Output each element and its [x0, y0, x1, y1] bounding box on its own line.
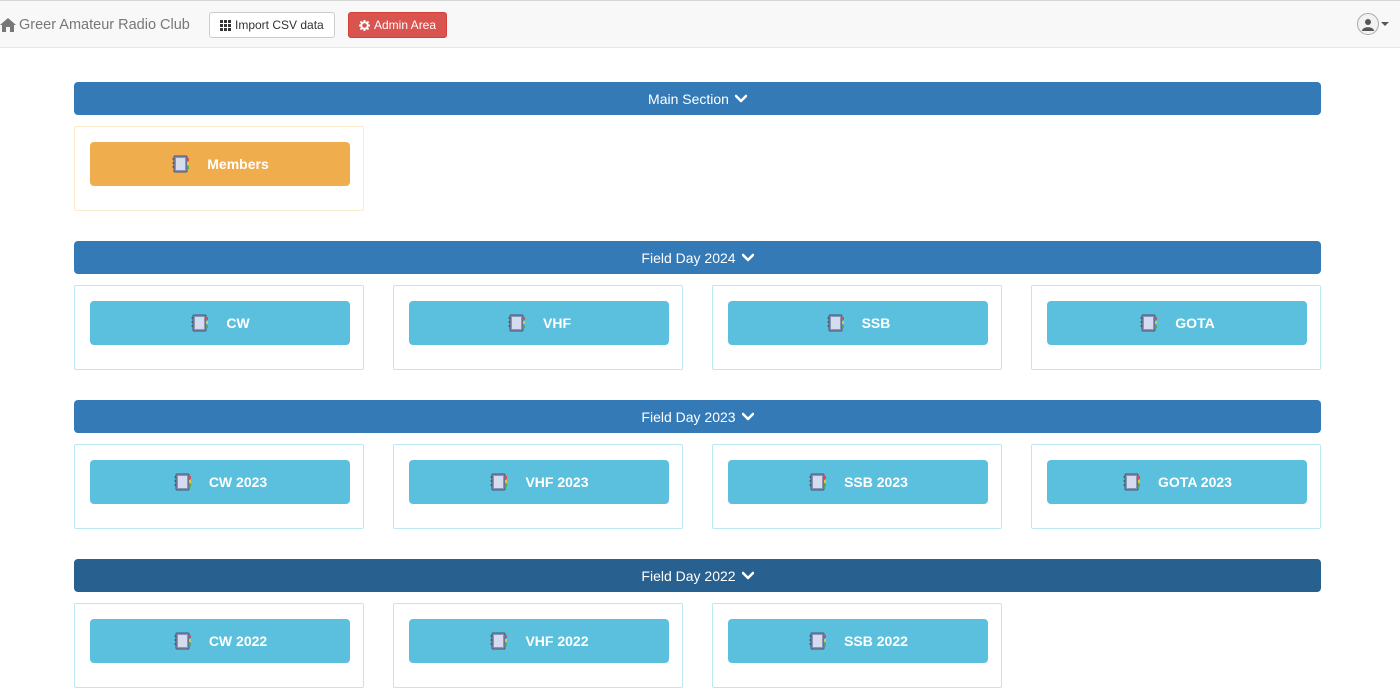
notebook-icon: [173, 472, 193, 492]
brand-title: Greer Amateur Radio Club: [19, 17, 190, 33]
notebook-icon: [489, 472, 509, 492]
vhf-2023-button[interactable]: VHF 2023: [409, 460, 669, 504]
members-button[interactable]: Members: [90, 142, 350, 186]
section-title: Main Section: [648, 90, 729, 107]
caret-down-icon: [1381, 22, 1389, 26]
gota-button[interactable]: GOTA: [1047, 301, 1307, 345]
section-title: Field Day 2022: [641, 567, 736, 584]
ssb-2022-button[interactable]: SSB 2022: [728, 619, 988, 663]
ssb-2023-button[interactable]: SSB 2023: [728, 460, 988, 504]
notebook-icon: [489, 631, 509, 651]
cw-2022-button[interactable]: CW 2022: [90, 619, 350, 663]
chevron-down-icon: [742, 571, 754, 581]
card-vhf: VHF: [393, 285, 683, 370]
card-cw-2023: CW 2023: [74, 444, 364, 529]
tile-label: SSB 2022: [844, 633, 908, 649]
card-ssb-2022: SSB 2022: [712, 603, 1002, 688]
tile-label: CW: [226, 315, 250, 331]
section-header-main[interactable]: Main Section: [74, 82, 1321, 115]
cw-2023-button[interactable]: CW 2023: [90, 460, 350, 504]
vhf-2022-button[interactable]: VHF 2022: [409, 619, 669, 663]
cw-button[interactable]: CW: [90, 301, 350, 345]
ssb-button[interactable]: SSB: [728, 301, 988, 345]
notebook-icon: [507, 313, 527, 333]
card-ssb-2023: SSB 2023: [712, 444, 1002, 529]
tile-label: VHF: [543, 315, 571, 331]
tile-label: CW 2023: [208, 474, 268, 490]
tile-label: GOTA: [1175, 315, 1215, 331]
tile-label: GOTA 2023: [1158, 474, 1232, 490]
chevron-down-icon: [735, 94, 747, 104]
top-navbar: Greer Amateur Radio Club Import CSV data…: [0, 0, 1400, 48]
section-header-field-day-2024[interactable]: Field Day 2024: [74, 241, 1321, 274]
card-cw-2022: CW 2022: [74, 603, 364, 688]
admin-area-button[interactable]: Admin Area: [348, 12, 448, 38]
home-icon: [0, 18, 16, 32]
tile-label: SSB: [861, 315, 891, 331]
card-cw: CW: [74, 285, 364, 370]
import-csv-button[interactable]: Import CSV data: [209, 12, 335, 38]
tile-label: Members: [207, 156, 269, 172]
gota-2023-button[interactable]: GOTA 2023: [1047, 460, 1307, 504]
notebook-icon: [173, 631, 193, 651]
user-icon: [1357, 13, 1379, 35]
tile-label: SSB 2023: [844, 474, 908, 490]
tile-label: VHF 2023: [525, 474, 589, 490]
chevron-down-icon: [742, 412, 754, 422]
section-title: Field Day 2023: [641, 408, 736, 425]
chevron-down-icon: [742, 253, 754, 263]
section-title: Field Day 2024: [641, 249, 736, 266]
tile-label: CW 2022: [208, 633, 268, 649]
notebook-icon: [171, 154, 191, 174]
section-header-field-day-2022[interactable]: Field Day 2022: [74, 559, 1321, 592]
card-vhf-2022: VHF 2022: [393, 603, 683, 688]
notebook-icon: [190, 313, 210, 333]
notebook-icon: [808, 631, 828, 651]
gear-icon: [359, 19, 370, 31]
card-members: Members: [74, 126, 364, 211]
card-gota: GOTA: [1031, 285, 1321, 370]
section-header-field-day-2023[interactable]: Field Day 2023: [74, 400, 1321, 433]
tile-label: VHF 2022: [525, 633, 589, 649]
card-ssb: SSB: [712, 285, 1002, 370]
grid-icon: [220, 19, 231, 31]
import-csv-label: Import CSV data: [235, 18, 324, 32]
user-menu-toggle[interactable]: [1357, 13, 1389, 35]
notebook-icon: [808, 472, 828, 492]
card-gota-2023: GOTA 2023: [1031, 444, 1321, 529]
brand-link[interactable]: Greer Amateur Radio Club: [0, 15, 190, 35]
notebook-icon: [1139, 313, 1159, 333]
vhf-button[interactable]: VHF: [409, 301, 669, 345]
notebook-icon: [1122, 472, 1142, 492]
card-vhf-2023: VHF 2023: [393, 444, 683, 529]
admin-area-label: Admin Area: [374, 18, 437, 32]
notebook-icon: [826, 313, 846, 333]
